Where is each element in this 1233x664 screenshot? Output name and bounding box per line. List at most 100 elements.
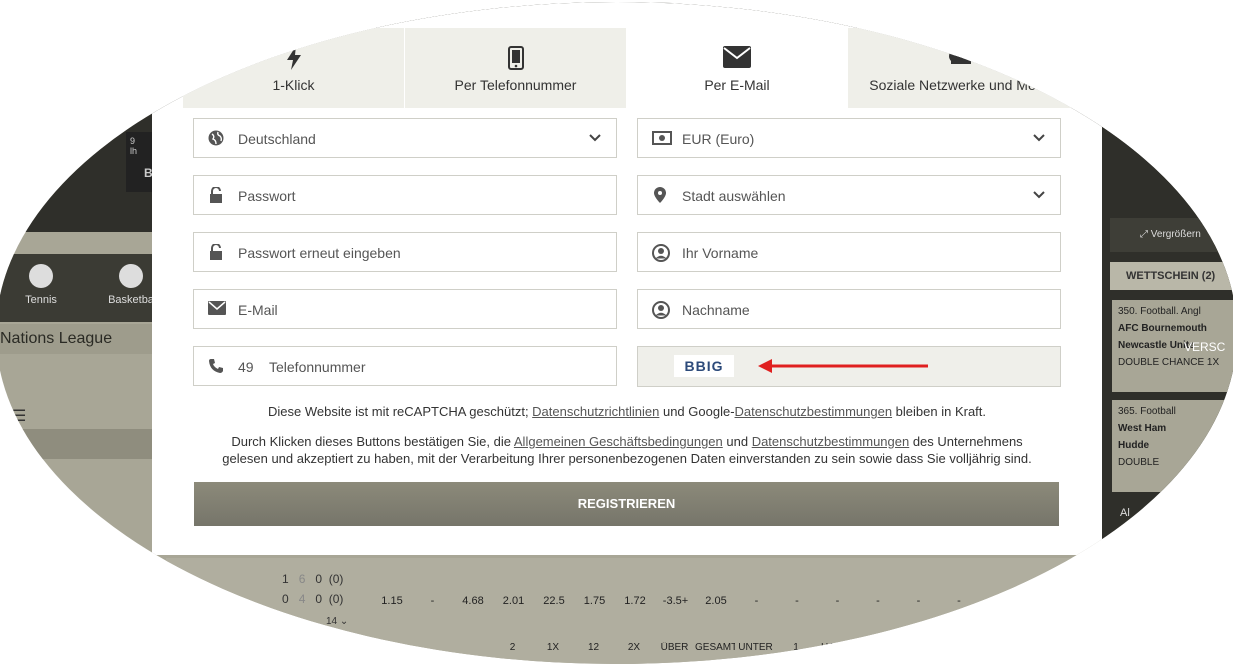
odds-header-cell: 2: [509, 642, 516, 653]
bet-market: DOUBLE CHANCE 1X: [1118, 357, 1220, 368]
tab-label: Soziale Netzwerke und Mess: [869, 77, 1050, 93]
chevron-down-icon: [588, 131, 602, 148]
odds-cell[interactable]: 4.68: [453, 595, 493, 607]
panel-partial-text: Al: [1120, 507, 1130, 519]
bet-header: 365. Football: [1118, 406, 1176, 417]
tab-one-click[interactable]: 1-Klick: [183, 28, 404, 108]
country-select[interactable]: Deutschland: [193, 118, 617, 158]
odds-cell[interactable]: -: [737, 595, 777, 607]
bet-card: 350. Football. Angl AFC Bournemouth Newc…: [1112, 300, 1233, 392]
tab-phone[interactable]: Per Telefonnummer: [404, 28, 626, 108]
privacy-terms-link[interactable]: Datenschutzbestimmungen: [752, 434, 910, 449]
betslip-header[interactable]: WETTSCHEIN (2): [1110, 262, 1233, 290]
odds-cell[interactable]: 22.5: [534, 595, 574, 607]
envelope-icon: [626, 46, 848, 71]
sport-label: Basketba: [108, 294, 154, 306]
mobile-phone-icon: [405, 46, 626, 73]
tab-email[interactable]: Per E-Mail: [626, 28, 848, 108]
password-repeat-placeholder: Passwort erneut eingeben: [238, 245, 401, 261]
tab-social[interactable]: Soziale Netzwerke und Mess: [848, 28, 1071, 108]
first-name-placeholder: Ihr Vorname: [682, 245, 759, 261]
phone-prefix[interactable]: 49: [238, 359, 254, 375]
note-text: gelesen und akzeptiert zu haben, mit der…: [222, 451, 1032, 466]
promo-code-box[interactable]: BBIG: [637, 346, 1061, 387]
recaptcha-note: Diese Website ist mit reCAPTCHA geschütz…: [183, 403, 1071, 420]
currency-select[interactable]: EUR (Euro): [637, 118, 1061, 158]
odds-cell[interactable]: -: [980, 595, 1020, 607]
bet-team: AFC Bournemouth: [1118, 323, 1207, 334]
bet-card: 365. Football West Ham Hudde DOUBLE: [1112, 400, 1233, 492]
note-text: des Unternehmens: [909, 434, 1023, 449]
odds-cell[interactable]: -: [858, 595, 898, 607]
score-cell: 0: [315, 592, 323, 606]
note-text: Diese Website ist mit reCAPTCHA geschütz…: [267, 404, 533, 419]
score-cell: 4: [298, 592, 306, 606]
privacy-policy-link[interactable]: Datenschutzrichtlinien: [532, 404, 659, 419]
screenshot-oval-frame: 9 lh 11.5 B Tennis Basketba Nations Leag…: [0, 2, 1233, 664]
last-name-placeholder: Nachname: [682, 302, 750, 318]
odds-cell[interactable]: -: [939, 595, 979, 607]
more-markets[interactable]: 14 ⌄: [326, 616, 348, 627]
enlarge-button[interactable]: ⤢ Vergrößern: [1110, 218, 1233, 252]
globe-icon: [208, 130, 224, 146]
city-select[interactable]: Stadt auswählen: [637, 175, 1061, 215]
odds-cell[interactable]: 1.75: [575, 595, 615, 607]
odds-cell[interactable]: -3.5+: [656, 595, 696, 607]
sport-tennis[interactable]: Tennis: [11, 264, 71, 306]
password-repeat-field[interactable]: Passwort erneut eingeben: [193, 232, 617, 272]
registration-tabs: 1-Klick Per Telefonnummer Per E-Mail Soz…: [183, 28, 1071, 108]
score-row: 1 6 0 (0): [282, 572, 343, 586]
odds-cell[interactable]: 1.72: [615, 595, 655, 607]
odds-header-cell: GESAMTZAHL: [695, 642, 735, 653]
odds-cell[interactable]: -: [413, 595, 453, 607]
bet-team: Hudde: [1118, 440, 1150, 451]
odds-cell[interactable]: 1.15: [372, 595, 412, 607]
phone-placeholder: Telefonnummer: [269, 359, 366, 375]
location-pin-icon: [652, 187, 668, 203]
phone-field[interactable]: 49 Telefonnummer: [193, 346, 617, 386]
email-placeholder: E-Mail: [238, 302, 278, 318]
last-name-field[interactable]: Nachname: [637, 289, 1061, 329]
sport-label: Tennis: [25, 294, 57, 306]
score-cell: 0: [315, 572, 323, 586]
password-field[interactable]: Passwort: [193, 175, 617, 215]
bet-overlay-text: VERSC: [1184, 340, 1226, 354]
terms-note: Durch Klicken dieses Buttons bestätigen …: [183, 433, 1071, 467]
more-markets-count: 14: [326, 616, 338, 627]
odds-cell[interactable]: -: [818, 595, 858, 607]
tab-label: Per Telefonnummer: [454, 77, 577, 93]
country-value: Deutschland: [238, 131, 316, 147]
bet-team: West Ham: [1118, 423, 1167, 434]
terms-link[interactable]: Allgemeinen Geschäftsbedingungen: [514, 434, 723, 449]
odds-cell[interactable]: 2.05: [696, 595, 736, 607]
register-button[interactable]: REGISTRIEREN: [194, 482, 1059, 526]
currency-value: EUR (Euro): [682, 131, 755, 147]
tab-label: 1-Klick: [272, 77, 315, 93]
money-icon: [652, 130, 672, 146]
note-text: Durch Klicken dieses Buttons bestätigen …: [231, 434, 514, 449]
odds-cell[interactable]: -: [899, 595, 939, 607]
nations-league-heading[interactable]: Nations League: [0, 324, 176, 354]
lock-icon: [208, 243, 224, 260]
score-row: 0 4 0 (0): [282, 592, 343, 606]
user-icon: [652, 244, 670, 262]
chevron-down-icon: [1032, 131, 1046, 148]
lightning-icon: [183, 46, 404, 73]
email-field[interactable]: E-Mail: [193, 289, 617, 329]
first-name-field[interactable]: Ihr Vorname: [637, 232, 1061, 272]
city-placeholder: Stadt auswählen: [682, 188, 786, 204]
score-cell: 0: [282, 592, 289, 606]
google-privacy-link[interactable]: Datenschutzbestimmungen: [735, 404, 893, 419]
odds-cell[interactable]: -: [777, 595, 817, 607]
score-cell: (0): [328, 592, 344, 606]
menu-icon[interactable]: ☰: [12, 406, 26, 426]
league-heading[interactable]: gue: [0, 429, 176, 459]
odds-cell[interactable]: 2.01: [494, 595, 534, 607]
score-cell: 1: [282, 572, 289, 586]
lock-icon: [208, 186, 224, 203]
score-cell: (0): [328, 572, 344, 586]
note-text: und: [722, 434, 752, 449]
enlarge-label: Vergrößern: [1150, 229, 1201, 240]
odds-header-cell: 1X: [546, 642, 560, 653]
tab-label: Per E-Mail: [704, 77, 770, 93]
